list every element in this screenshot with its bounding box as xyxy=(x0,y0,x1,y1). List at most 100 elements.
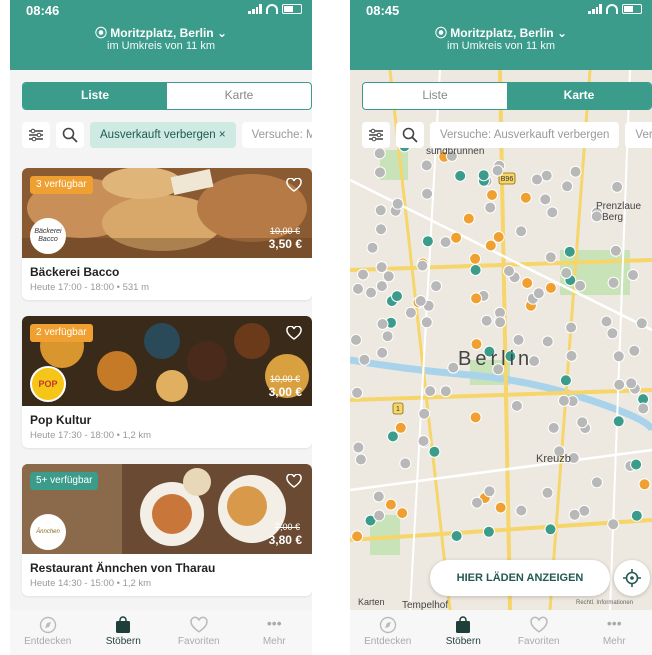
store-pin[interactable] xyxy=(483,485,496,498)
store-pin[interactable] xyxy=(544,281,557,294)
store-pin[interactable] xyxy=(613,378,626,391)
tab-favorites[interactable]: Favoriten xyxy=(501,610,577,655)
store-pin[interactable] xyxy=(430,280,443,293)
show-stores-here-button[interactable]: HIER LÄDEN ANZEIGEN xyxy=(430,560,610,596)
store-pin[interactable] xyxy=(450,231,463,244)
store-pin[interactable] xyxy=(638,478,651,491)
store-pin[interactable] xyxy=(568,508,581,521)
store-pin[interactable] xyxy=(450,530,463,542)
store-pin[interactable] xyxy=(421,235,434,248)
store-card[interactable]: 3 verfügbar Bäckerei Bacco 10,00 € 3,50 … xyxy=(22,168,312,300)
store-pin[interactable] xyxy=(424,385,437,398)
tab-browse[interactable]: Stöbern xyxy=(86,610,162,655)
store-pin[interactable] xyxy=(492,231,505,243)
store-pin[interactable] xyxy=(612,350,625,363)
favorite-heart-icon[interactable] xyxy=(286,474,302,488)
store-pin[interactable] xyxy=(373,509,386,522)
store-pin[interactable] xyxy=(494,501,507,514)
location-selector[interactable]: ⦿ Moritzplatz, Berlin ⌄ xyxy=(350,24,652,41)
store-pin[interactable] xyxy=(510,399,523,412)
store-pin[interactable] xyxy=(574,279,587,292)
store-pin[interactable] xyxy=(503,265,515,277)
tab-map[interactable]: Karte xyxy=(507,83,651,109)
store-pin[interactable] xyxy=(563,245,576,258)
store-pin[interactable] xyxy=(382,270,395,283)
store-card[interactable]: 5+ verfügbar Ännchen 7,00 € 3,80 € Resta… xyxy=(22,464,312,596)
tab-favorites[interactable]: Favoriten xyxy=(161,610,237,655)
store-pin[interactable] xyxy=(416,259,429,272)
store-pin[interactable] xyxy=(494,316,507,329)
store-pin[interactable] xyxy=(484,201,497,214)
store-pin[interactable] xyxy=(386,430,399,443)
store-pin[interactable] xyxy=(482,525,495,538)
store-pin[interactable] xyxy=(439,385,452,398)
store-pin[interactable] xyxy=(471,496,483,509)
store-pin[interactable] xyxy=(354,453,367,466)
store-pin[interactable] xyxy=(396,507,409,520)
store-pin[interactable] xyxy=(607,276,620,289)
favorite-heart-icon[interactable] xyxy=(286,326,302,340)
filter-button[interactable] xyxy=(362,122,390,148)
store-pin[interactable] xyxy=(546,206,559,219)
store-pin[interactable] xyxy=(373,147,386,160)
store-pin[interactable] xyxy=(381,330,394,343)
store-pin[interactable] xyxy=(375,280,388,293)
store-pin[interactable] xyxy=(375,223,387,236)
store-pin[interactable] xyxy=(470,292,483,305)
store-pin[interactable] xyxy=(469,411,482,424)
store-pin[interactable] xyxy=(404,306,417,319)
store-pin[interactable] xyxy=(607,518,620,531)
store-pin[interactable] xyxy=(611,180,624,193)
store-pin[interactable] xyxy=(600,315,613,328)
map-canvas[interactable]: B96 1 Berlin Kreuzb Prenzlaue Berg sundb… xyxy=(350,70,652,610)
store-pin[interactable] xyxy=(515,504,528,517)
store-pin[interactable] xyxy=(515,225,528,238)
search-button[interactable] xyxy=(56,122,84,148)
store-pin[interactable] xyxy=(486,189,498,201)
tab-browse[interactable]: Stöbern xyxy=(426,610,502,655)
store-pin[interactable] xyxy=(421,187,434,200)
store-pin[interactable] xyxy=(358,353,371,366)
store-pin[interactable] xyxy=(414,295,427,307)
store-pin[interactable] xyxy=(544,523,557,536)
store-pin[interactable] xyxy=(491,164,504,177)
store-pin[interactable] xyxy=(519,191,532,204)
store-pin[interactable] xyxy=(606,327,619,340)
store-pin[interactable] xyxy=(532,287,545,300)
filter-chip-suggestion[interactable]: Versuche: Ma xyxy=(241,122,312,148)
filter-chip-suggestion[interactable]: Vers xyxy=(625,122,652,148)
store-pin[interactable] xyxy=(559,374,572,387)
store-pin[interactable] xyxy=(541,486,554,499)
store-pin[interactable] xyxy=(544,251,557,264)
store-pin[interactable] xyxy=(454,169,467,182)
filter-chip-sold-out[interactable]: Ausverkauft verbergen × xyxy=(90,122,236,148)
store-pin[interactable] xyxy=(480,314,493,327)
store-pin[interactable] xyxy=(627,269,639,281)
store-pin[interactable] xyxy=(418,407,431,420)
store-pin[interactable] xyxy=(590,476,603,489)
store-pin[interactable] xyxy=(561,180,574,193)
search-button[interactable] xyxy=(396,122,424,148)
store-pin[interactable] xyxy=(372,490,385,503)
store-pin[interactable] xyxy=(374,166,386,179)
store-pin[interactable] xyxy=(565,349,578,362)
store-pin[interactable] xyxy=(637,402,650,415)
store-pin[interactable] xyxy=(352,282,364,295)
filter-chip-suggestion[interactable]: Versuche: Ausverkauft verbergen xyxy=(430,122,620,148)
store-pin[interactable] xyxy=(576,416,589,429)
store-pin[interactable] xyxy=(521,277,534,289)
store-pin[interactable] xyxy=(557,394,570,407)
store-pin[interactable] xyxy=(399,457,412,470)
filter-button[interactable] xyxy=(22,122,50,148)
store-pin[interactable] xyxy=(635,317,648,330)
favorite-heart-icon[interactable] xyxy=(286,178,302,192)
store-pin[interactable] xyxy=(357,268,369,281)
store-pin[interactable] xyxy=(352,441,365,454)
store-pin[interactable] xyxy=(531,173,543,186)
store-pin[interactable] xyxy=(462,212,475,225)
tab-list[interactable]: Liste xyxy=(23,83,167,109)
store-pin[interactable] xyxy=(420,159,433,172)
store-pin[interactable] xyxy=(569,165,582,178)
store-pin[interactable] xyxy=(469,252,482,265)
legal-link[interactable]: Rechtl. Informationen xyxy=(576,600,633,606)
